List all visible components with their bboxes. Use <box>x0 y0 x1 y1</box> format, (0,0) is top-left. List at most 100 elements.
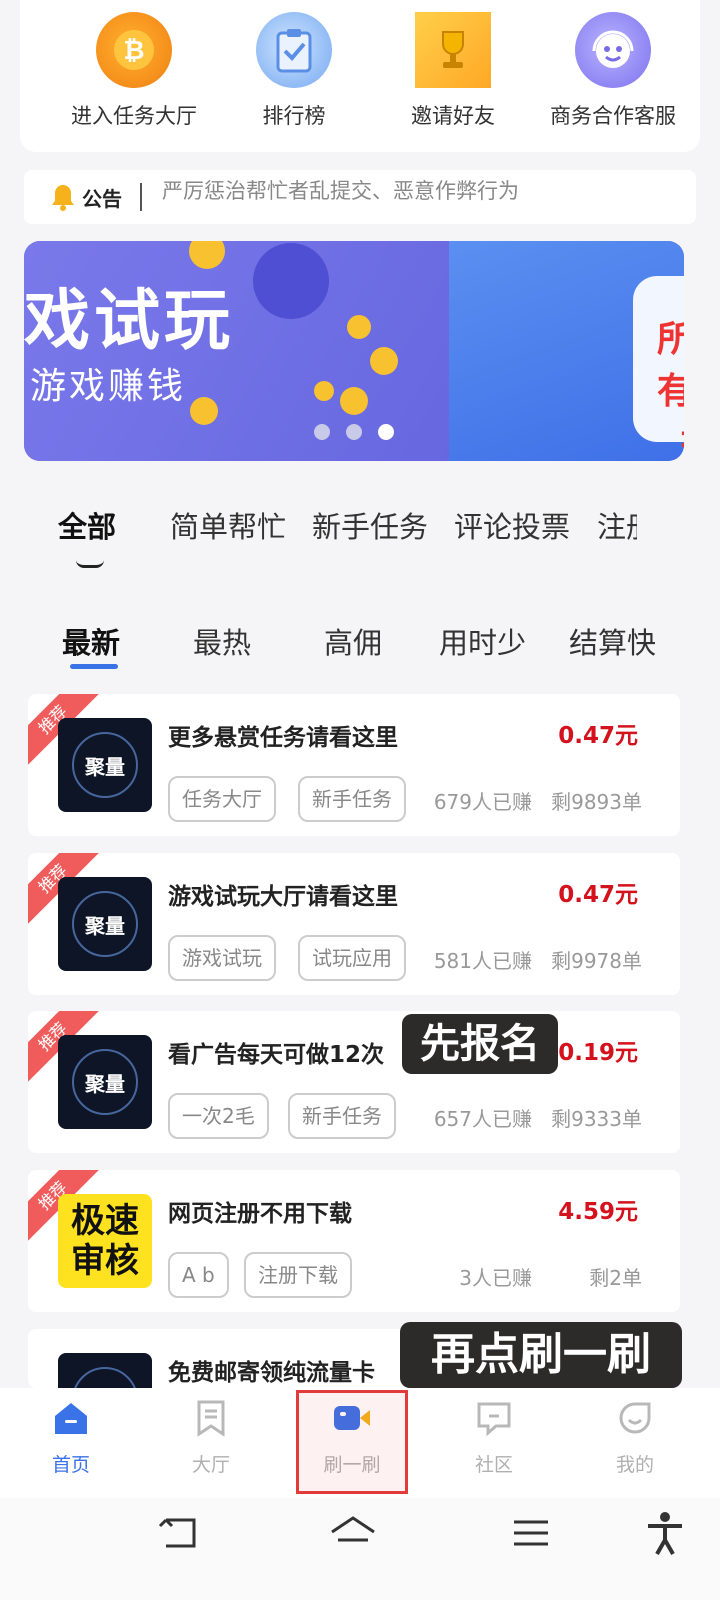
chat-icon <box>477 1402 511 1437</box>
tab-newbie-tasks[interactable]: 新手任务 <box>312 504 428 546</box>
highlight-box <box>296 1390 408 1494</box>
quick-entry-label: 商务合作客服 <box>550 104 676 128</box>
accessibility-icon[interactable] <box>640 1510 690 1556</box>
svg-text:₿: ₿ <box>123 36 144 66</box>
tab-comment-vote[interactable]: 评论投票 <box>454 504 570 546</box>
active-sort-indicator <box>70 664 118 669</box>
back-icon[interactable] <box>154 1510 204 1556</box>
task-card[interactable]: 推荐 极速 审核 网页注册不用下载 4.59元 A b 注册下载 3人已赚 剩2单 <box>28 1170 680 1312</box>
quick-entry-label: 排行榜 <box>262 104 326 128</box>
task-title: 更多悬赏任务请看这里 <box>168 725 398 751</box>
quick-entry-ranking[interactable]: 排行榜 <box>214 12 374 130</box>
thumb-text: 聚量 <box>72 891 138 957</box>
banner-card: 所有提 <box>633 276 684 461</box>
tab-label: 首页 <box>51 1454 90 1476</box>
thumb-text: 聚量 <box>72 732 138 798</box>
tab-hall[interactable]: 大厅 <box>156 1398 266 1477</box>
task-title: 免费邮寄领纯流量卡 <box>168 1360 375 1386</box>
task-tag: 新手任务 <box>288 1093 396 1139</box>
task-title: 网页注册不用下载 <box>168 1201 352 1227</box>
customer-service-robot-icon <box>575 12 651 88</box>
task-thumbnail: 极速 审核 <box>58 1194 152 1288</box>
task-tag: 任务大厅 <box>168 776 276 822</box>
quick-entry-label: 邀请好友 <box>411 104 495 128</box>
home-nav-icon[interactable] <box>328 1510 378 1556</box>
sort-latest[interactable]: 最新 <box>62 620 120 662</box>
task-tag: 一次2毛 <box>168 1093 269 1139</box>
promo-banner[interactable]: 戏试玩 游戏赚钱 所有提 <box>24 241 684 461</box>
sort-high-commission[interactable]: 高佣 <box>324 620 382 662</box>
tab-home[interactable]: 首页 <box>16 1398 126 1477</box>
annotation-step-register: 先报名 <box>402 1014 558 1074</box>
divider <box>140 183 142 211</box>
tab-register[interactable]: 注册 <box>597 504 637 546</box>
task-price: 0.47元 <box>558 723 638 749</box>
announcement-title: 公告 <box>82 186 122 211</box>
sort-fast-settlement[interactable]: 结算快 <box>569 620 656 662</box>
thumb-text: 极速 审核 <box>71 1201 139 1281</box>
tab-label: 我的 <box>615 1454 654 1476</box>
tab-all[interactable]: 全部 <box>58 504 116 546</box>
task-tag: A b <box>168 1252 229 1298</box>
category-tabs: 全部 简单帮忙 新手任务 评论投票 注册 <box>0 490 720 580</box>
announcement-bar[interactable]: 公告 严厉惩治帮忙者乱提交、恶意作弊行为 <box>24 170 696 224</box>
task-tag: 试玩应用 <box>298 935 406 981</box>
tab-label: 社区 <box>474 1454 513 1476</box>
pagination-dot[interactable] <box>314 424 330 440</box>
announcement-text: 严厉惩治帮忙者乱提交、恶意作弊行为 <box>162 179 519 203</box>
active-tab-indicator <box>76 560 104 568</box>
task-tag: 注册下载 <box>244 1252 352 1298</box>
bitcoin-coin-icon: ₿ <box>96 12 172 88</box>
home-icon <box>55 1403 87 1434</box>
task-tag: 游戏试玩 <box>168 935 276 981</box>
sort-tabs: 最新 最热 高佣 用时少 结算快 <box>0 610 720 680</box>
thumb-text: 聚量 <box>72 1367 138 1388</box>
quick-entry-task-hall[interactable]: ₿ 进入任务大厅 <box>54 12 214 130</box>
quick-entry-panel: ₿ 进入任务大厅 排行榜 邀请好友 商务合作客服 <box>20 0 700 152</box>
sort-hottest[interactable]: 最热 <box>193 620 251 662</box>
thumb-text: 聚量 <box>72 1049 138 1115</box>
system-nav-bar <box>0 1498 720 1600</box>
task-thumbnail: 聚量 <box>58 1035 152 1129</box>
task-card[interactable]: 推荐 聚量 游戏试玩大厅请看这里 0.47元 游戏试玩 试玩应用 581人已赚 … <box>28 853 680 995</box>
sort-short-time[interactable]: 用时少 <box>439 620 526 662</box>
remaining-count: 剩2单 <box>589 1266 642 1290</box>
banner-subtitle: 游戏赚钱 <box>30 366 187 407</box>
earned-count: 679人已赚 <box>433 790 532 814</box>
remaining-count: 剩9333单 <box>551 1107 642 1131</box>
tab-mine[interactable]: 我的 <box>580 1398 690 1477</box>
quick-entry-label: 进入任务大厅 <box>71 104 197 128</box>
quick-entry-service[interactable]: 商务合作客服 <box>533 12 693 130</box>
remaining-count: 剩9978单 <box>551 949 642 973</box>
pagination-dot[interactable] <box>346 424 362 440</box>
earned-count: 3人已赚 <box>459 1266 532 1290</box>
menu-icon[interactable] <box>506 1510 556 1556</box>
pagination-dot-active[interactable] <box>378 424 394 440</box>
tab-simple-help[interactable]: 简单帮忙 <box>170 504 286 546</box>
task-thumbnail: 聚量 <box>58 718 152 812</box>
earned-count: 657人已赚 <box>433 1107 532 1131</box>
task-card[interactable]: 推荐 聚量 看广告每天可做12次 0.19元 一次2毛 新手任务 657人已赚 … <box>28 1011 680 1153</box>
task-thumbnail: 聚量 <box>58 1353 152 1388</box>
trophy-icon <box>415 12 491 88</box>
task-price: 4.59元 <box>558 1199 638 1225</box>
smile-icon <box>619 1402 651 1434</box>
task-title: 游戏试玩大厅请看这里 <box>168 884 398 910</box>
task-thumbnail: 聚量 <box>58 877 152 971</box>
ranking-clipboard-icon <box>256 12 332 88</box>
task-tag: 新手任务 <box>298 776 406 822</box>
tab-community[interactable]: 社区 <box>439 1398 549 1477</box>
earned-count: 581人已赚 <box>433 949 532 973</box>
task-price: 0.47元 <box>558 882 638 908</box>
quick-entry-invite[interactable]: 邀请好友 <box>373 12 533 130</box>
remaining-count: 剩9893单 <box>551 790 642 814</box>
banner-pagination <box>314 424 394 440</box>
task-title: 看广告每天可做12次 <box>168 1042 385 1068</box>
bell-icon <box>52 185 74 211</box>
task-card[interactable]: 推荐 聚量 更多悬赏任务请看这里 0.47元 任务大厅 新手任务 679人已赚 … <box>28 694 680 836</box>
annotation-step-refresh: 再点刷一刷 <box>400 1322 682 1388</box>
tab-label: 大厅 <box>191 1454 230 1476</box>
banner-side-text: 所有提 <box>657 319 684 461</box>
task-price: 0.19元 <box>558 1040 638 1066</box>
banner-title: 戏试玩 <box>24 282 234 359</box>
